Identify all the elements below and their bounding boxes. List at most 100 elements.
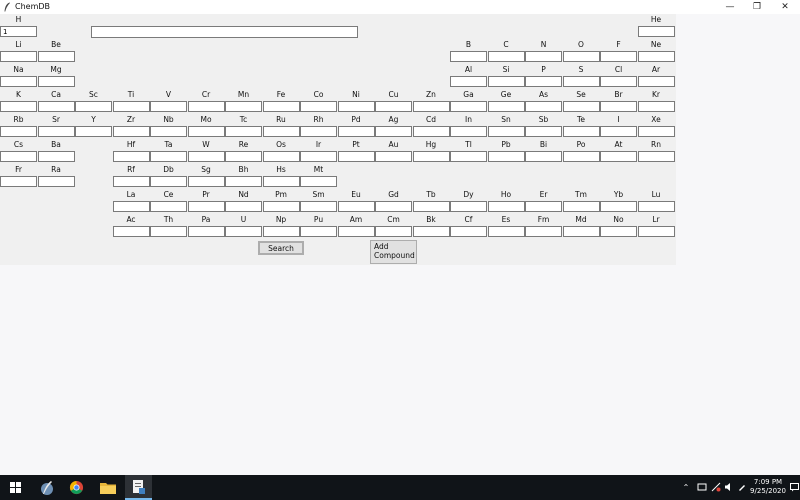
element-input-sc[interactable] bbox=[75, 101, 112, 112]
element-input-rn[interactable] bbox=[637, 151, 675, 162]
element-input-in[interactable] bbox=[450, 126, 487, 137]
element-input-he[interactable] bbox=[637, 26, 675, 37]
element-input-no[interactable] bbox=[600, 226, 637, 237]
element-input-tb[interactable] bbox=[412, 201, 450, 212]
element-input-fe[interactable] bbox=[262, 101, 300, 112]
element-input-nd[interactable] bbox=[225, 201, 262, 212]
element-input-yb[interactable] bbox=[600, 201, 637, 212]
element-input-pm[interactable] bbox=[262, 201, 300, 212]
element-input-si[interactable] bbox=[487, 76, 525, 87]
element-input-es[interactable] bbox=[487, 226, 525, 237]
element-input-hg[interactable] bbox=[412, 151, 450, 162]
element-input-zr[interactable] bbox=[112, 126, 150, 137]
element-input-cl[interactable] bbox=[600, 76, 637, 87]
element-input-lu[interactable] bbox=[637, 201, 675, 212]
element-input-dy[interactable] bbox=[450, 201, 487, 212]
element-input-as[interactable] bbox=[525, 101, 562, 112]
element-input-y[interactable] bbox=[75, 126, 112, 137]
tray-app-icon[interactable] bbox=[695, 479, 709, 495]
element-input-ag[interactable] bbox=[375, 126, 412, 137]
element-input-ca[interactable] bbox=[37, 101, 75, 112]
minimize-button[interactable]: — bbox=[715, 0, 745, 14]
element-input-fr[interactable] bbox=[0, 176, 37, 187]
element-input-pb[interactable] bbox=[487, 151, 525, 162]
element-input-cu[interactable] bbox=[375, 101, 412, 112]
element-input-o[interactable] bbox=[562, 51, 600, 62]
element-input-am[interactable] bbox=[337, 226, 375, 237]
element-input-ac[interactable] bbox=[112, 226, 150, 237]
element-input-n[interactable] bbox=[525, 51, 562, 62]
element-input-u[interactable] bbox=[225, 226, 262, 237]
element-input-au[interactable] bbox=[375, 151, 412, 162]
element-input-co[interactable] bbox=[300, 101, 337, 112]
element-input-hf[interactable] bbox=[112, 151, 150, 162]
element-input-ru[interactable] bbox=[262, 126, 300, 137]
element-input-cd[interactable] bbox=[412, 126, 450, 137]
element-input-br[interactable] bbox=[600, 101, 637, 112]
taskbar-app-chrome[interactable] bbox=[63, 475, 90, 500]
element-input-h[interactable] bbox=[0, 26, 37, 37]
element-input-f[interactable] bbox=[600, 51, 637, 62]
element-input-ti[interactable] bbox=[112, 101, 150, 112]
add-compound-button[interactable]: Add Compound bbox=[370, 240, 417, 264]
tray-overflow-button[interactable]: ⌃ bbox=[680, 479, 692, 495]
element-input-zn[interactable] bbox=[412, 101, 450, 112]
element-input-tc[interactable] bbox=[225, 126, 262, 137]
element-input-cf[interactable] bbox=[450, 226, 487, 237]
element-input-eu[interactable] bbox=[337, 201, 375, 212]
element-input-te[interactable] bbox=[562, 126, 600, 137]
element-input-ce[interactable] bbox=[150, 201, 187, 212]
element-input-np[interactable] bbox=[262, 226, 300, 237]
element-input-na[interactable] bbox=[0, 76, 37, 87]
element-input-er[interactable] bbox=[525, 201, 562, 212]
search-button[interactable]: Search bbox=[258, 241, 304, 255]
element-input-bi[interactable] bbox=[525, 151, 562, 162]
element-input-pa[interactable] bbox=[187, 226, 225, 237]
element-input-cm[interactable] bbox=[375, 226, 412, 237]
volume-icon[interactable] bbox=[723, 479, 735, 495]
element-input-mo[interactable] bbox=[187, 126, 225, 137]
element-input-mt[interactable] bbox=[300, 176, 337, 187]
element-input-hs[interactable] bbox=[262, 176, 300, 187]
taskbar-app-chemdb[interactable] bbox=[125, 475, 152, 500]
restore-button[interactable]: ❐ bbox=[742, 0, 772, 14]
element-input-b[interactable] bbox=[450, 51, 487, 62]
element-input-be[interactable] bbox=[37, 51, 75, 62]
search-input[interactable] bbox=[91, 26, 358, 38]
element-input-pt[interactable] bbox=[337, 151, 375, 162]
element-input-pr[interactable] bbox=[187, 201, 225, 212]
element-input-pu[interactable] bbox=[300, 226, 337, 237]
taskbar-app-file-explorer[interactable] bbox=[94, 475, 121, 500]
element-input-ta[interactable] bbox=[150, 151, 187, 162]
element-input-rh[interactable] bbox=[300, 126, 337, 137]
element-input-c[interactable] bbox=[487, 51, 525, 62]
element-input-s[interactable] bbox=[562, 76, 600, 87]
element-input-bk[interactable] bbox=[412, 226, 450, 237]
element-input-ba[interactable] bbox=[37, 151, 75, 162]
element-input-ir[interactable] bbox=[300, 151, 337, 162]
input-icon[interactable] bbox=[736, 479, 748, 495]
element-input-mg[interactable] bbox=[37, 76, 75, 87]
element-input-ne[interactable] bbox=[637, 51, 675, 62]
element-input-ni[interactable] bbox=[337, 101, 375, 112]
element-input-sr[interactable] bbox=[37, 126, 75, 137]
taskbar-app-python[interactable] bbox=[33, 475, 60, 500]
start-button[interactable] bbox=[0, 475, 30, 500]
element-input-sm[interactable] bbox=[300, 201, 337, 212]
element-input-se[interactable] bbox=[562, 101, 600, 112]
element-input-mn[interactable] bbox=[225, 101, 262, 112]
element-input-sn[interactable] bbox=[487, 126, 525, 137]
network-icon[interactable] bbox=[710, 479, 722, 495]
element-input-k[interactable] bbox=[0, 101, 37, 112]
element-input-rb[interactable] bbox=[0, 126, 37, 137]
element-input-v[interactable] bbox=[150, 101, 187, 112]
element-input-db[interactable] bbox=[150, 176, 187, 187]
element-input-os[interactable] bbox=[262, 151, 300, 162]
element-input-w[interactable] bbox=[187, 151, 225, 162]
element-input-fm[interactable] bbox=[525, 226, 562, 237]
element-input-pd[interactable] bbox=[337, 126, 375, 137]
element-input-ho[interactable] bbox=[487, 201, 525, 212]
element-input-li[interactable] bbox=[0, 51, 37, 62]
element-input-th[interactable] bbox=[150, 226, 187, 237]
element-input-gd[interactable] bbox=[375, 201, 412, 212]
